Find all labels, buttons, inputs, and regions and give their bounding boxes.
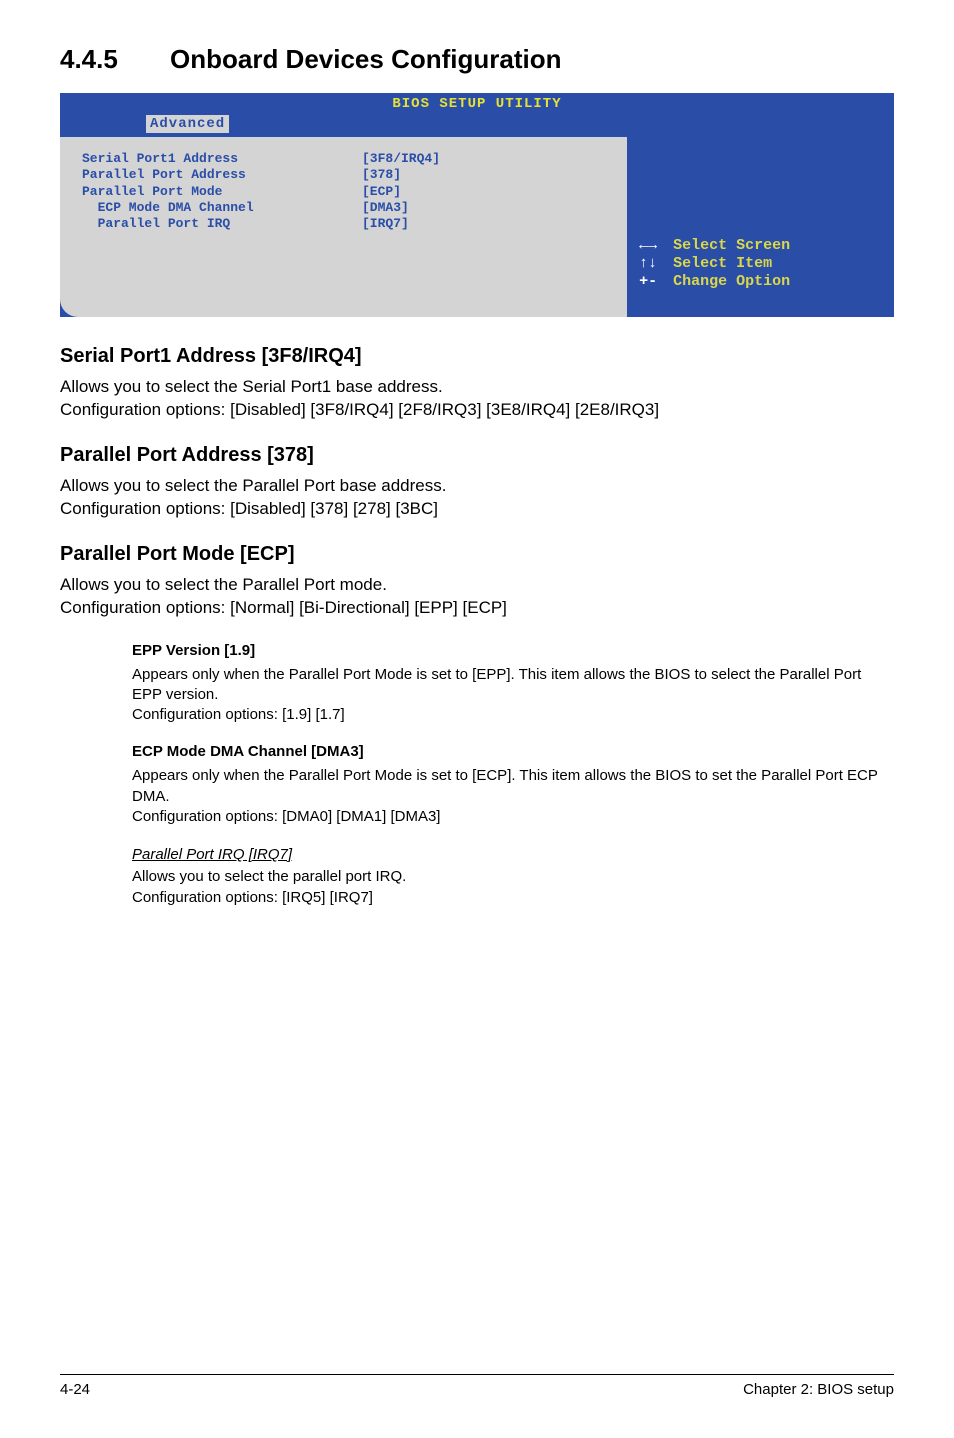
nested-block: EPP Version [1.9] Appears only when the … <box>132 642 894 726</box>
bios-hint: +- Change Option <box>639 273 882 291</box>
subsection-body: Allows you to select the Serial Port1 ba… <box>60 376 894 422</box>
plus-minus-icon: +- <box>639 273 673 291</box>
bios-row-value: [IRQ7] <box>362 216 609 232</box>
bios-row-value: [DMA3] <box>362 200 609 216</box>
chapter-label: Chapter 2: BIOS setup <box>743 1381 894 1398</box>
bios-row-label: ECP Mode DMA Channel <box>82 200 362 216</box>
nested-italic-title: Parallel Port IRQ [IRQ7] <box>132 846 292 863</box>
bios-row-label: Parallel Port Address <box>82 167 362 183</box>
nested-block: ECP Mode DMA Channel [DMA3] Appears only… <box>132 743 894 827</box>
subsection-heading: Serial Port1 Address [3F8/IRQ4] <box>60 345 894 368</box>
nested-body: Allows you to select the parallel port I… <box>132 867 894 908</box>
bios-tab-advanced[interactable]: Advanced <box>146 115 229 133</box>
bios-row-value: [378] <box>362 167 609 183</box>
section-number: 4.4.5 <box>60 44 170 75</box>
bios-screenshot: BIOS SETUP UTILITY Advanced Serial Port1… <box>60 93 894 317</box>
bios-hint-text: Select Item <box>673 255 772 273</box>
subsection-body: Allows you to select the Parallel Port b… <box>60 475 894 521</box>
nested-title: ECP Mode DMA Channel [DMA3] <box>132 743 894 760</box>
bios-row-label: Parallel Port IRQ <box>82 216 362 232</box>
subsection-heading: Parallel Port Address [378] <box>60 444 894 467</box>
bios-hint: ←→ Select Screen <box>639 237 882 255</box>
nested-body: Appears only when the Parallel Port Mode… <box>132 665 894 726</box>
bios-row[interactable]: Parallel Port Address [378] <box>82 167 609 183</box>
bios-body: Serial Port1 Address [3F8/IRQ4] Parallel… <box>60 137 894 317</box>
nested-body: Appears only when the Parallel Port Mode… <box>132 766 894 827</box>
bios-row[interactable]: ECP Mode DMA Channel [DMA3] <box>82 200 609 216</box>
nested-title: EPP Version [1.9] <box>132 642 894 659</box>
section-heading: 4.4.5 Onboard Devices Configuration <box>60 44 894 75</box>
page-number: 4-24 <box>60 1381 90 1398</box>
nested-block-italic: Parallel Port IRQ [IRQ7] Allows you to s… <box>132 845 894 908</box>
arrows-vertical-icon: ↑↓ <box>639 255 673 273</box>
bios-row[interactable]: Parallel Port Mode [ECP] <box>82 184 609 200</box>
bios-row-value: [ECP] <box>362 184 609 200</box>
subsection-body: Allows you to select the Parallel Port m… <box>60 574 894 620</box>
bios-row[interactable]: Parallel Port IRQ [IRQ7] <box>82 216 609 232</box>
bios-header-title: BIOS SETUP UTILITY <box>392 96 561 112</box>
bios-hint: ↑↓ Select Item <box>639 255 882 273</box>
bios-hint-text: Select Screen <box>673 237 790 255</box>
bios-row[interactable]: Serial Port1 Address [3F8/IRQ4] <box>82 151 609 167</box>
section-title-text: Onboard Devices Configuration <box>170 44 562 75</box>
bios-hints-panel: ←→ Select Screen ↑↓ Select Item +- Chang… <box>627 137 894 317</box>
subsection-heading: Parallel Port Mode [ECP] <box>60 543 894 566</box>
arrows-horizontal-icon: ←→ <box>639 237 673 255</box>
bios-row-label: Parallel Port Mode <box>82 184 362 200</box>
bios-header: BIOS SETUP UTILITY Advanced <box>60 93 894 137</box>
page-footer: 4-24 Chapter 2: BIOS setup <box>60 1374 894 1398</box>
bios-settings-panel: Serial Port1 Address [3F8/IRQ4] Parallel… <box>60 137 627 317</box>
bios-hint-text: Change Option <box>673 273 790 291</box>
bios-row-value: [3F8/IRQ4] <box>362 151 609 167</box>
bios-row-label: Serial Port1 Address <box>82 151 362 167</box>
